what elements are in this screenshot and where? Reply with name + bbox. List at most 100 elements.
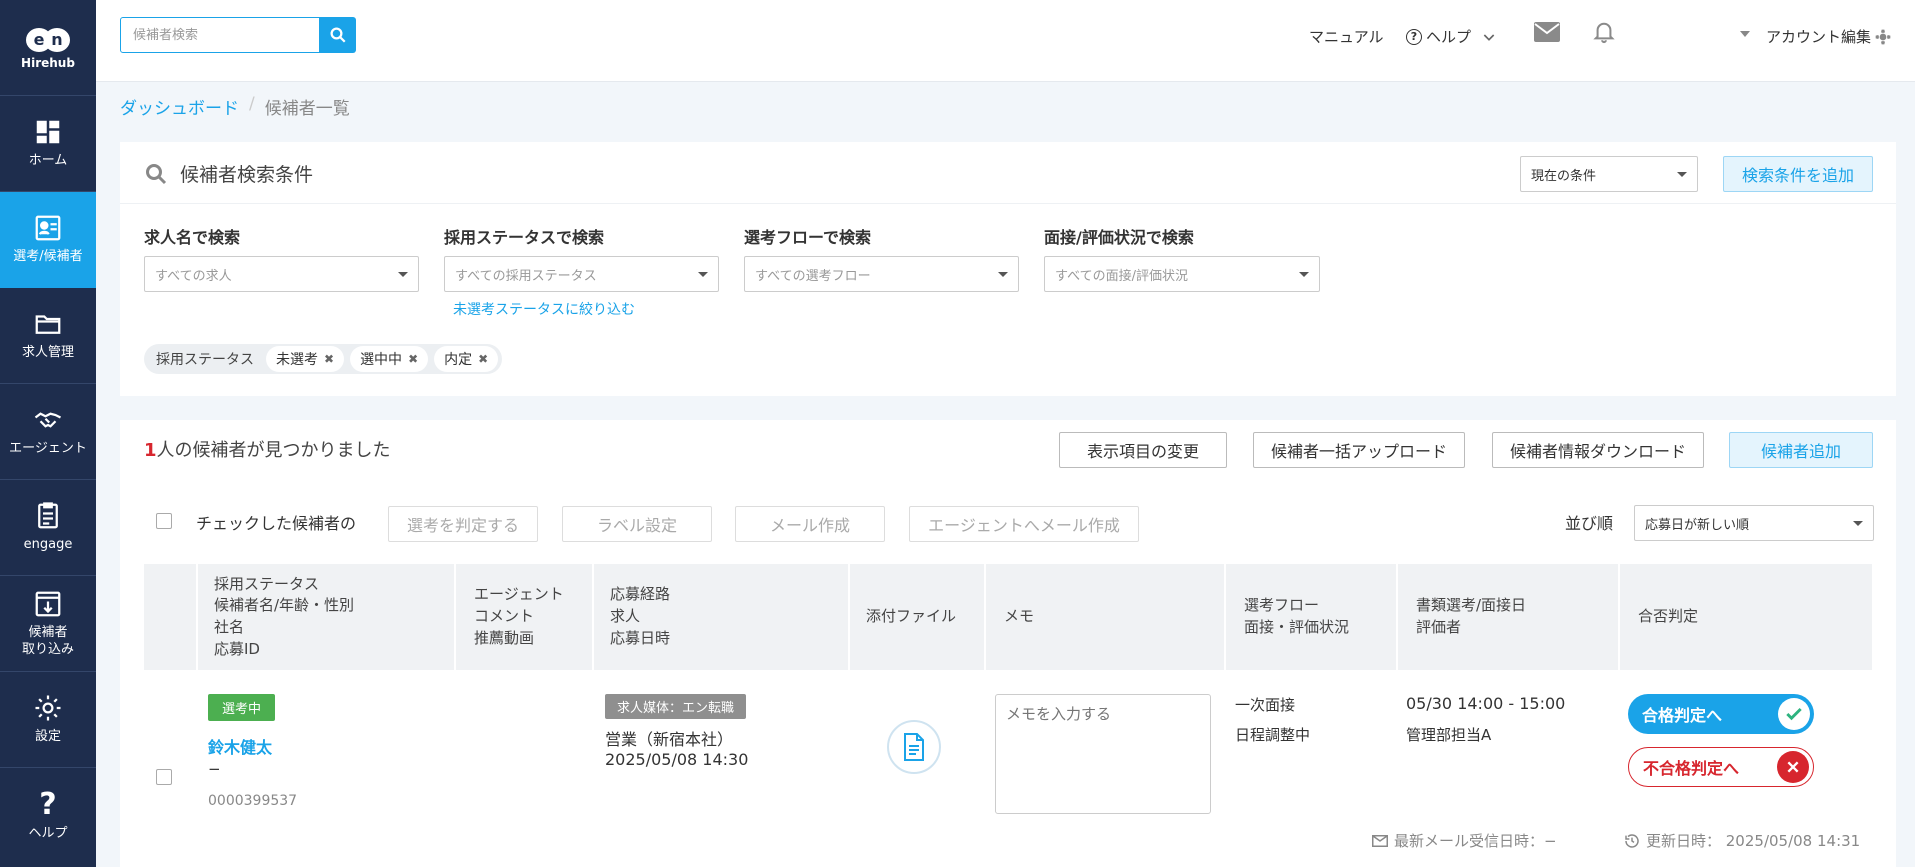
handshake-icon xyxy=(34,412,62,428)
condition-select[interactable]: 現在の条件 xyxy=(1520,156,1698,192)
create-mail-button[interactable]: メール作成 xyxy=(735,506,885,542)
job-filter-select[interactable]: すべての求人 xyxy=(144,256,419,292)
close-icon[interactable]: ✖ xyxy=(324,352,334,366)
candidate-search xyxy=(120,17,356,53)
flow-status: 日程調整中 xyxy=(1235,726,1311,744)
attachment-button[interactable] xyxy=(887,720,941,774)
sidebar-item-import[interactable]: 候補者 取り込み xyxy=(0,576,96,672)
sidebar: en Hirehub ホーム 選考/候補者 求人管理 エージェント engage… xyxy=(0,0,96,867)
sort-select[interactable]: 応募日が新しい順 xyxy=(1634,505,1874,541)
pass-judgement-button[interactable]: 合格判定へ xyxy=(1628,694,1814,734)
top-header: マニュアル ? ヘルプ アカウント編集 xyxy=(96,0,1915,82)
candidate-search-input[interactable] xyxy=(120,17,320,53)
fail-judgement-button[interactable]: 不合格判定へ xyxy=(1628,747,1814,787)
sidebar-item-home[interactable]: ホーム xyxy=(0,96,96,192)
label-setting-button[interactable]: ラベル設定 xyxy=(562,506,712,542)
document-icon xyxy=(904,733,924,761)
status-badge: 選考中 xyxy=(208,694,276,721)
filter-label-status: 採用ステータスで検索 xyxy=(444,228,605,247)
th-attachment[interactable]: 添付ファイル xyxy=(848,564,984,670)
candidate-card-icon xyxy=(35,216,61,241)
search-icon xyxy=(330,27,346,43)
filter-label-job: 求人名で検索 xyxy=(144,228,241,247)
results-panel: 1人の候補者が見つかりました 表示項目の変更 候補者一括アップロード 候補者情報… xyxy=(120,420,1896,867)
history-icon xyxy=(1625,833,1639,848)
result-count-number: 1 xyxy=(144,440,157,461)
th-route[interactable]: 応募経路 求人 応募日時 xyxy=(592,564,848,670)
evaluation-filter-select[interactable]: すべての面接/評価状況 xyxy=(1044,256,1320,292)
sidebar-item-label: ホーム xyxy=(28,153,68,169)
select-all-checkbox[interactable] xyxy=(156,513,172,529)
status-filter-select[interactable]: すべての採用ステータス xyxy=(444,256,719,292)
close-icon[interactable]: ✖ xyxy=(478,352,488,366)
account-edit-link[interactable]: アカウント編集 xyxy=(1766,26,1891,47)
dashboard-icon xyxy=(36,121,60,144)
th-agent[interactable]: エージェント コメント 推薦動画 xyxy=(454,564,592,670)
row-checkbox[interactable] xyxy=(156,769,172,785)
close-icon xyxy=(1777,751,1809,783)
sidebar-item-jobs[interactable]: 求人管理 xyxy=(0,288,96,384)
agent-mail-button[interactable]: エージェントへメール作成 xyxy=(909,506,1139,542)
route-badge: 求人媒体：エン転職 xyxy=(605,694,747,719)
gear-icon xyxy=(1875,29,1891,44)
applied-datetime: 2025/05/08 14:30 xyxy=(605,750,749,769)
th-status-name[interactable]: 採用ステータス 候補者名/年齢・性別 社名 応募ID xyxy=(196,564,454,670)
check-icon xyxy=(1778,698,1810,730)
folder-icon xyxy=(35,315,61,335)
select-caret-icon xyxy=(998,272,1008,277)
sidebar-item-label: 候補者 取り込み xyxy=(21,625,74,657)
status-chip-group: 採用ステータス 未選考 ✖ 選中中 ✖ 内定 ✖ xyxy=(144,344,503,374)
account-dropdown-caret[interactable] xyxy=(1740,31,1750,37)
breadcrumb: ダッシュボード / 候補者一覧 xyxy=(120,94,350,119)
sidebar-item-label: ヘルプ xyxy=(28,825,68,841)
sidebar-item-label: 求人管理 xyxy=(21,345,74,361)
add-search-condition-button[interactable]: 検索条件を追加 xyxy=(1723,156,1873,192)
memo-textarea[interactable] xyxy=(995,694,1211,814)
breadcrumb-current: 候補者一覧 xyxy=(264,99,350,119)
close-icon[interactable]: ✖ xyxy=(408,352,418,366)
help-label: ヘルプ xyxy=(1426,28,1472,46)
result-count: 1人の候補者が見つかりました xyxy=(144,436,391,462)
breadcrumb-dashboard[interactable]: ダッシュボード xyxy=(120,94,239,119)
search-conditions-title: 候補者検索条件 xyxy=(144,160,313,187)
change-columns-button[interactable]: 表示項目の変更 xyxy=(1059,432,1227,468)
th-judgement[interactable]: 合否判定 xyxy=(1618,564,1872,670)
judge-selection-button[interactable]: 選考を判定する xyxy=(388,506,538,542)
sidebar-item-settings[interactable]: 設定 xyxy=(0,672,96,768)
manual-link[interactable]: マニュアル xyxy=(1309,26,1384,47)
candidate-age-gender: − xyxy=(208,760,221,778)
import-icon xyxy=(35,591,61,617)
sidebar-item-label: エージェント xyxy=(9,441,87,457)
add-candidate-button[interactable]: 候補者追加 xyxy=(1729,432,1873,468)
result-count-text: 人の候補者が見つかりました xyxy=(156,440,391,461)
th-interview[interactable]: 書類選考/面接日 評価者 xyxy=(1396,564,1618,670)
select-caret-icon xyxy=(1677,172,1687,177)
search-icon xyxy=(146,163,167,184)
help-circle-icon: ? xyxy=(1406,28,1422,45)
sidebar-item-agent[interactable]: エージェント xyxy=(0,384,96,480)
panel-title-text: 候補者検索条件 xyxy=(180,164,314,186)
candidate-name-link[interactable]: 鈴木健太 xyxy=(208,734,272,758)
th-flow[interactable]: 選考フロー 面接・評価状況 xyxy=(1224,564,1396,670)
sort-label: 並び順 xyxy=(1565,514,1614,533)
sidebar-item-engage[interactable]: engage xyxy=(0,480,96,576)
search-button[interactable] xyxy=(320,17,356,53)
sidebar-item-selection[interactable]: 選考/候補者 xyxy=(0,192,96,288)
account-label: アカウント編集 xyxy=(1766,28,1872,46)
logo-text: Hirehub xyxy=(21,55,75,70)
sidebar-item-label: 設定 xyxy=(34,729,61,745)
download-button[interactable]: 候補者情報ダウンロード xyxy=(1492,432,1704,468)
logo[interactable]: en Hirehub xyxy=(0,0,96,96)
table-header: 採用ステータス 候補者名/年齢・性別 社名 応募ID エージェント コメント 推薦動画 応… xyxy=(144,564,1872,670)
help-menu[interactable]: ? ヘルプ xyxy=(1406,26,1497,47)
flow-filter-select[interactable]: すべての選考フロー xyxy=(744,256,1019,292)
filter-label-evaluation: 面接/評価状況で検索 xyxy=(1044,228,1194,247)
mail-icon[interactable] xyxy=(1534,22,1560,46)
sidebar-item-help[interactable]: ? ヘルプ xyxy=(0,768,96,864)
bell-icon[interactable] xyxy=(1593,20,1615,48)
bulk-upload-button[interactable]: 候補者一括アップロード xyxy=(1253,432,1465,468)
narrow-unselected-link[interactable]: 未選考ステータスに絞り込む xyxy=(453,299,635,319)
job-title: 営業（新宿本社） xyxy=(605,730,734,749)
th-memo[interactable]: メモ xyxy=(984,564,1224,670)
chevron-down-icon xyxy=(1483,33,1495,41)
